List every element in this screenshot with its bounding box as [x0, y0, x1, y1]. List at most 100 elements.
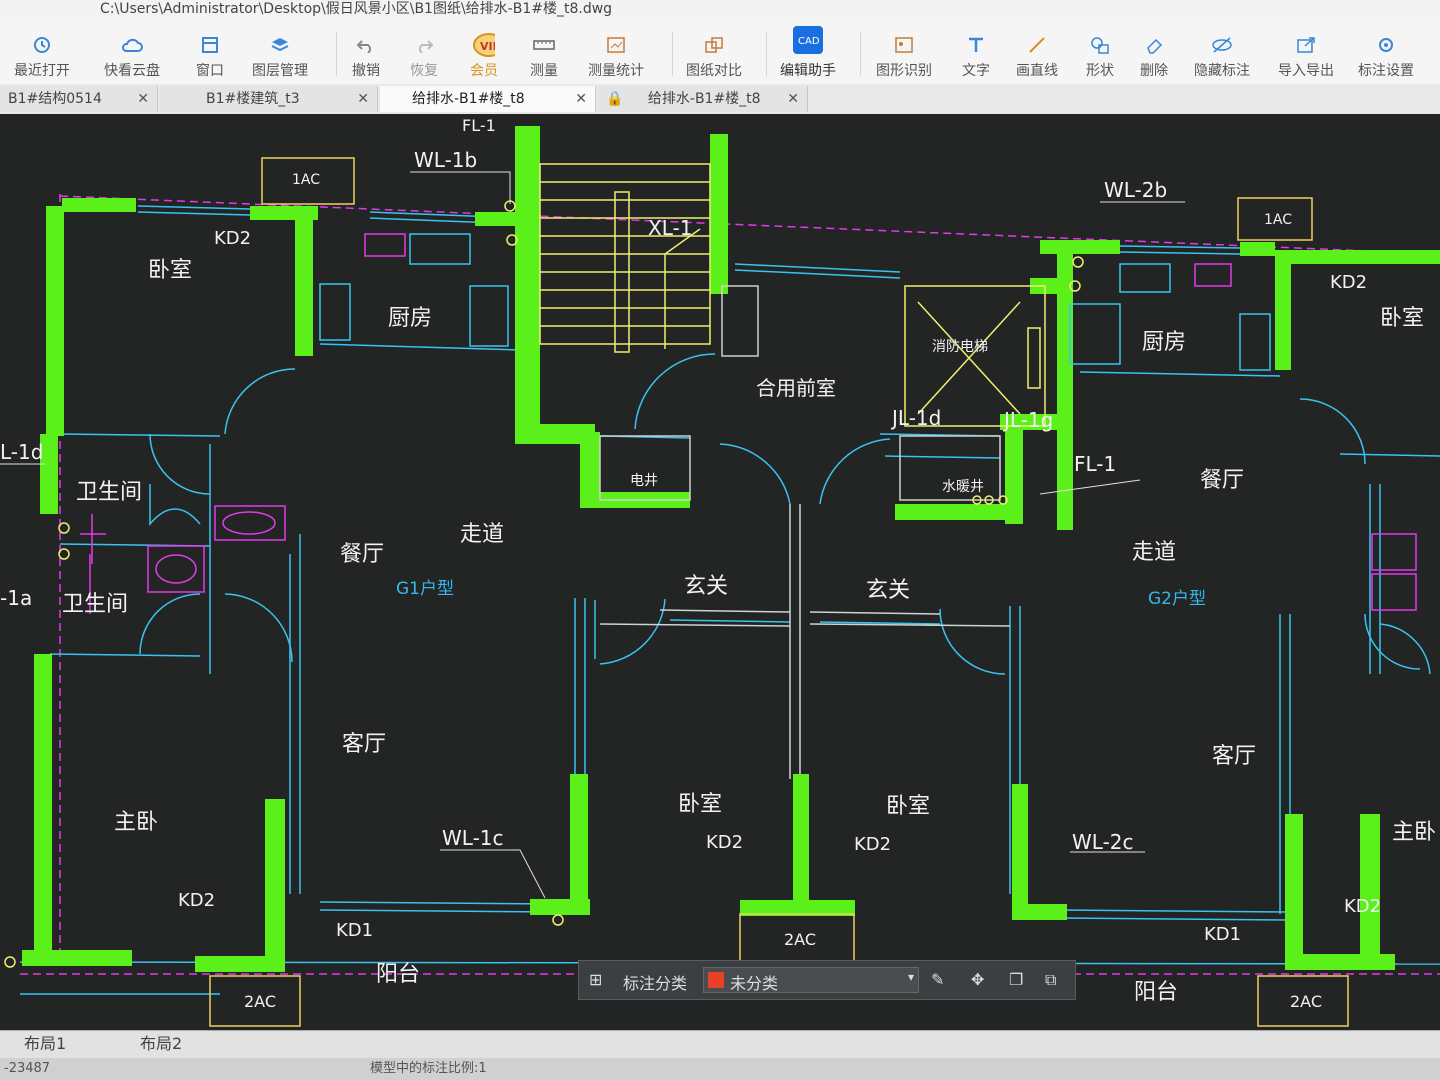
unit-type-label: G2户型: [1148, 589, 1206, 609]
compare-icon: [703, 34, 725, 56]
doc-tab[interactable]: B1#结构0514 ✕: [0, 86, 158, 112]
room-label: 卧室: [148, 258, 193, 283]
edit-assist-button[interactable]: CAD 编辑助手: [780, 22, 836, 80]
undo-button[interactable]: 撤销: [352, 22, 380, 80]
ac-label: 2AC: [1290, 992, 1323, 1011]
document-tabs: B1#结构0514 ✕ B1#楼建筑_t3 ✕ 给排水-B1#楼_t8 ✕ 🔒 …: [0, 84, 1440, 115]
room-label: 厨房: [1142, 330, 1187, 355]
layers-button[interactable]: 图层管理: [252, 22, 308, 80]
recent-button[interactable]: 最近打开: [14, 22, 70, 80]
import-export-label: 导入导出: [1278, 63, 1334, 79]
cloud-icon: [121, 34, 143, 56]
redo-button[interactable]: 恢复: [410, 22, 438, 80]
close-icon[interactable]: ✕: [357, 86, 369, 112]
measure-button[interactable]: 测量: [530, 22, 558, 80]
fixtures: [80, 233, 1417, 614]
room-label: 玄关: [684, 574, 729, 599]
room-label: 阳台: [376, 962, 421, 987]
paste-icon[interactable]: ⧉: [1045, 970, 1056, 990]
compare-button[interactable]: 图纸对比: [686, 22, 742, 80]
svg-text:VIP: VIP: [480, 40, 495, 53]
pipe-code: JL-1d: [892, 406, 942, 430]
copy-icon[interactable]: ❐: [1009, 970, 1023, 989]
text-label: 文字: [962, 63, 990, 79]
shape-recog-label: 图形识别: [876, 63, 932, 79]
toolbar-divider: [672, 32, 673, 76]
room-label: 厨房: [388, 306, 433, 331]
window-label: 窗口: [196, 63, 224, 79]
status-bar: -23487 模型中的标注比例:1: [0, 1058, 1440, 1080]
delete-button[interactable]: 删除: [1140, 22, 1168, 80]
room-label: 阳台: [1134, 980, 1179, 1005]
measure-stats-label: 测量统计: [588, 63, 644, 79]
cloud-button[interactable]: 快看云盘: [104, 22, 160, 80]
category-select[interactable]: 未分类 ▾: [703, 967, 919, 993]
vip-icon: VIP: [473, 33, 495, 57]
doc-tab-active[interactable]: 给排水-B1#楼_t8 ✕: [380, 86, 596, 112]
layout-tab-1[interactable]: 布局1: [24, 1031, 66, 1057]
close-icon[interactable]: ✕: [787, 86, 799, 112]
text-button[interactable]: 文字: [962, 22, 990, 80]
vip-button[interactable]: VIP 会员: [470, 22, 498, 80]
close-icon[interactable]: ✕: [137, 86, 149, 112]
room-label: 餐厅: [1200, 468, 1245, 493]
layout-tab-2[interactable]: 布局2: [140, 1031, 182, 1057]
pipe-code: FL-1: [1074, 452, 1117, 476]
toolbar-divider: [766, 32, 767, 76]
clock-icon: [31, 34, 53, 56]
layers-icon: [269, 34, 291, 56]
redo-label: 恢复: [410, 63, 438, 79]
ac-label: 2AC: [244, 992, 277, 1011]
pipe-code: L-1d: [0, 440, 44, 464]
delete-label: 删除: [1140, 63, 1168, 79]
import-export-button[interactable]: 导入导出: [1278, 22, 1334, 80]
toolbar-divider: [336, 32, 337, 76]
equipment-code: KD2: [1330, 272, 1368, 293]
text-icon: [965, 34, 987, 56]
equipment-code: KD1: [336, 920, 374, 941]
shape-button[interactable]: 形状: [1086, 22, 1114, 80]
ruler-icon: [533, 34, 555, 56]
annotation-float-bar: ⊞ 标注分类 未分类 ▾ ✎ ✥ ❐ ⧉: [578, 960, 1076, 1000]
drawing-canvas[interactable]: 卧室 厨房 XL-1 合用前室 消防电梯 厨房 卧室 卫生间 卫生间 餐厅 走道…: [0, 114, 1440, 1030]
settings-icon: [1375, 34, 1397, 56]
room-label: 餐厅: [340, 542, 385, 567]
grid-icon[interactable]: ⊞: [589, 970, 602, 989]
doc-tab[interactable]: 🔒 给排水-B1#楼_t8 ✕: [598, 86, 808, 112]
room-label: 卫生间: [76, 480, 143, 505]
room-label: 主卧: [1392, 820, 1437, 845]
room-label: 卧室: [886, 794, 931, 819]
room-label: 走道: [1132, 540, 1177, 565]
toolbar-divider: [860, 32, 861, 76]
move-icon[interactable]: ✥: [971, 970, 984, 989]
room-label: 客厅: [1212, 744, 1257, 769]
close-icon[interactable]: ✕: [575, 86, 587, 112]
room-label: 消防电梯: [932, 339, 988, 355]
edit-icon[interactable]: ✎: [931, 970, 944, 989]
pipe-code: FL-1: [462, 116, 496, 135]
equipment-code: KD1: [1204, 924, 1242, 945]
pipe-code: WL-2c: [1072, 830, 1134, 854]
draw-line-button[interactable]: 画直线: [1016, 22, 1058, 80]
room-label: 水暖井: [942, 479, 984, 495]
pipe-code: WL-1c: [442, 826, 504, 850]
shape-recog-button[interactable]: 图形识别: [876, 22, 932, 80]
doc-tab[interactable]: B1#楼建筑_t3 ✕: [160, 86, 378, 112]
annotation-category-label: 标注分类: [623, 974, 688, 993]
annot-settings-button[interactable]: 标注设置: [1358, 22, 1414, 80]
pipe-code: JL-1g: [1004, 408, 1054, 432]
unit-type-label: G1户型: [396, 579, 454, 599]
export-icon: [1295, 34, 1317, 56]
window-button[interactable]: 窗口: [196, 22, 224, 80]
stair: [539, 163, 711, 353]
room-label: 客厅: [342, 732, 387, 757]
hide-annot-button[interactable]: 隐藏标注: [1194, 22, 1250, 80]
annotation-scale-text: 模型中的标注比例:1: [370, 1061, 487, 1076]
shape-icon: [1089, 34, 1111, 56]
measure-stats-button[interactable]: 测量统计: [588, 22, 644, 80]
shape-recog-icon: [893, 34, 915, 56]
shape-label: 形状: [1086, 63, 1114, 79]
recent-label: 最近打开: [14, 63, 70, 79]
room-label: 主卧: [114, 810, 159, 835]
ac-label: 1AC: [292, 172, 321, 188]
